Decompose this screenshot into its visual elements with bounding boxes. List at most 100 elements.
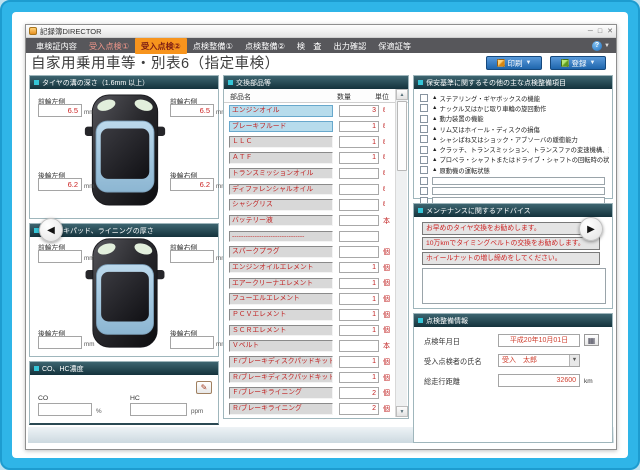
part-name-field[interactable]: ＰＣＶエレメント <box>229 309 333 321</box>
part-name-field[interactable]: ＳＣＲエレメント <box>229 325 333 337</box>
checkbox[interactable] <box>420 135 428 143</box>
register-button[interactable]: 登録 ▼ <box>550 56 606 70</box>
brake-fl-input[interactable] <box>38 250 82 263</box>
safety-extra-input[interactable] <box>432 177 605 185</box>
table-row: ＡＴＦℓ <box>224 150 394 166</box>
checkbox[interactable] <box>420 104 428 112</box>
part-qty-input[interactable] <box>339 121 379 133</box>
part-qty-input[interactable] <box>339 325 379 337</box>
part-qty-input[interactable] <box>339 356 379 368</box>
print-button[interactable]: 印刷 ▼ <box>486 56 542 70</box>
scroll-thumb[interactable] <box>397 101 407 171</box>
part-qty-input[interactable] <box>339 136 379 148</box>
part-name-field[interactable]: エンジンオイル <box>229 105 333 117</box>
part-name-field[interactable]: ＬＬＣ <box>229 136 333 148</box>
advice-message[interactable]: 10万kmでタイミングベルトの交換をお勧めします。 <box>422 237 600 250</box>
tire-rl-input[interactable] <box>38 178 82 191</box>
close-button[interactable]: ✕ <box>607 26 613 37</box>
checklist-item: ▲ステアリング・ギヤボックスの機能 <box>420 93 609 103</box>
brake-rl-input[interactable] <box>38 336 82 349</box>
hc-input[interactable] <box>130 403 187 416</box>
help-icon[interactable]: ? <box>592 41 602 51</box>
part-name-field[interactable]: バッテリー液 <box>229 215 333 227</box>
part-name-field[interactable]: ディファレンシャルオイル <box>229 184 333 196</box>
menu-item-kensa[interactable]: 検 査 <box>291 38 328 54</box>
edit-pencil-button[interactable]: ✎ <box>196 381 212 394</box>
safety-extra-input[interactable] <box>432 187 605 195</box>
advice-message[interactable]: ホイールナットの増し締めをしてください。 <box>422 252 600 265</box>
part-qty-input[interactable] <box>339 168 379 180</box>
part-qty-input[interactable] <box>339 293 379 305</box>
part-qty-input[interactable] <box>339 387 379 399</box>
chevron-down-icon[interactable]: ▼ <box>569 355 579 366</box>
part-qty-input[interactable] <box>339 231 379 243</box>
brake-rr-input[interactable] <box>170 336 214 349</box>
menu-item-hoteki[interactable]: 保適証等 <box>372 38 417 54</box>
inspector-name-combobox[interactable]: 受入 太郎 ▼ <box>498 354 580 367</box>
part-name-field[interactable]: Ｒ/ブレーキディスクパッドキット <box>229 372 333 384</box>
part-qty-input[interactable] <box>339 199 379 211</box>
part-qty-input[interactable] <box>339 309 379 321</box>
gas-panel-title: CO、HC濃度 <box>42 364 84 374</box>
part-qty-input[interactable] <box>339 262 379 274</box>
maximize-button[interactable]: □ <box>598 26 602 37</box>
co-unit: % <box>96 408 102 415</box>
part-unit-label: 個 <box>383 263 390 273</box>
part-name-field[interactable]: Ｆ/ブレーキライニング <box>229 387 333 399</box>
part-qty-input[interactable] <box>339 105 379 117</box>
part-name-field[interactable]: Ｒ/ブレーキライニング <box>229 403 333 415</box>
part-name-field[interactable]: Ｖベルト <box>229 340 333 352</box>
table-row: Ｆ/ブレーキディスクパッドキット個 <box>224 354 394 370</box>
next-arrow-button[interactable]: ▶ <box>579 217 603 241</box>
part-qty-input[interactable] <box>339 215 379 227</box>
part-name-field[interactable]: -------------------------------- <box>229 231 333 243</box>
inspection-date-field[interactable]: 平成20年10月01日 <box>498 334 580 347</box>
checkbox[interactable] <box>420 115 428 123</box>
part-name-field[interactable]: ＡＴＦ <box>229 152 333 164</box>
scroll-down-icon[interactable]: ▼ <box>396 406 408 417</box>
tire-fr-input[interactable] <box>170 104 214 117</box>
part-qty-input[interactable] <box>339 340 379 352</box>
triangle-bullet-icon: ▲ <box>432 167 437 173</box>
part-qty-input[interactable] <box>339 403 379 415</box>
part-name-field[interactable]: フューエルエレメント <box>229 293 333 305</box>
checkbox[interactable] <box>420 146 428 154</box>
calendar-icon[interactable]: ▦ <box>584 334 599 346</box>
part-name-field[interactable]: エアークリーナエレメント <box>229 278 333 290</box>
checkbox[interactable] <box>420 125 428 133</box>
co-input[interactable] <box>38 403 92 416</box>
part-name-field[interactable]: トランスミッションオイル <box>229 168 333 180</box>
part-qty-input[interactable] <box>339 184 379 196</box>
checkbox[interactable] <box>420 166 428 174</box>
tire-fl-unit: mm <box>84 109 95 116</box>
advice-message[interactable]: お早めのタイヤ交換をお勧めします。 <box>422 222 600 235</box>
part-qty-input[interactable] <box>339 372 379 384</box>
part-qty-input[interactable] <box>339 246 379 258</box>
checkbox[interactable] <box>420 187 428 195</box>
mileage-field[interactable]: 32600 <box>498 374 580 387</box>
part-unit-label: ℓ <box>383 170 385 177</box>
parts-scrollbar[interactable]: ▲ ▼ <box>395 89 407 417</box>
hc-unit: ppm <box>191 408 203 415</box>
checkbox[interactable] <box>420 156 428 164</box>
part-name-field[interactable]: スパークプラグ <box>229 246 333 258</box>
checkbox[interactable] <box>420 177 428 185</box>
advice-note-textarea[interactable] <box>422 268 606 304</box>
part-name-field[interactable]: エンジンオイルエレメント <box>229 262 333 274</box>
table-row: ＳＣＲエレメント個 <box>224 323 394 339</box>
tire-fl-input[interactable] <box>38 104 82 117</box>
prev-arrow-button[interactable]: ◀ <box>39 218 63 242</box>
part-name-field[interactable]: ブレーキフルード <box>229 121 333 133</box>
scroll-up-icon[interactable]: ▲ <box>396 89 408 100</box>
checkbox[interactable] <box>420 94 428 102</box>
tire-rr-input[interactable] <box>170 178 214 191</box>
part-name-field[interactable]: Ｆ/ブレーキディスクパッドキット <box>229 356 333 368</box>
parts-column-header: 部品名 数量 単位 <box>224 89 408 103</box>
chevron-down-icon[interactable]: ▼ <box>604 43 610 49</box>
brake-fr-input[interactable] <box>170 250 214 263</box>
part-qty-input[interactable] <box>339 152 379 164</box>
part-qty-input[interactable] <box>339 278 379 290</box>
menu-item-output[interactable]: 出力確認 <box>328 38 373 54</box>
part-name-field[interactable]: シャシグリス <box>229 199 333 211</box>
minimize-button[interactable]: ─ <box>588 26 593 37</box>
